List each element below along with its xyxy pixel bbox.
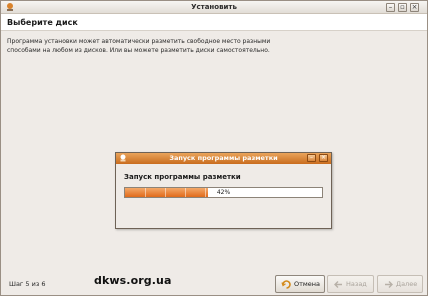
cancel-label: Отмена [294,280,321,288]
cancel-button[interactable]: Отмена [275,275,325,293]
description-line-1: Программа установки может автоматически … [7,38,271,45]
back-button[interactable]: Назад [327,275,374,293]
page-title: Выберите диск [7,18,78,27]
dialog-close-icon[interactable]: × [319,154,328,162]
description-line-2: способами на любом из дисков. Или вы мож… [7,47,270,54]
dialog-titlebar[interactable]: Запуск программы разметки – × [116,153,331,164]
forward-arrow-icon [383,279,394,290]
window-title: Установить [191,3,237,11]
dialog-title: Запуск программы разметки [169,154,278,162]
back-label: Назад [346,280,367,288]
close-icon[interactable]: × [410,3,419,12]
forward-label: Далее [396,280,418,288]
back-arrow-icon [333,279,344,290]
cancel-icon [281,279,292,290]
partition-dialog: Запуск программы разметки – × Запуск про… [115,152,332,229]
maximize-icon[interactable]: ▫ [398,3,407,12]
watermark-text: dkws.org.ua [94,274,172,287]
progress-percent: 42% [216,189,231,196]
window-titlebar[interactable]: Установить – ▫ × [1,1,427,14]
minimize-icon[interactable]: – [386,3,395,12]
description-text: Программа установки может автоматически … [7,37,387,55]
progress-bar: 42% [124,187,323,198]
page-header: Выберите диск [1,14,427,31]
step-indicator: Шаг 5 из 6 [9,280,46,288]
installer-window: Установить – ▫ × Выберите диск Программа… [0,0,428,296]
dialog-minimize-icon[interactable]: – [307,154,316,162]
forward-button[interactable]: Далее [377,275,423,293]
dialog-heading: Запуск программы разметки [124,173,241,181]
